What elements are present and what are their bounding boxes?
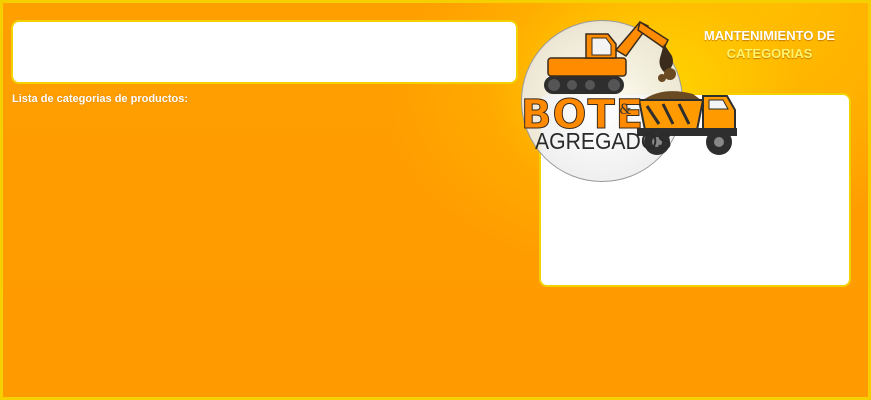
category-list-label: Lista de categorias de productos: bbox=[12, 93, 189, 105]
page-title-line1: MANTENIMIENTO DE bbox=[703, 28, 836, 43]
page-title: MANTENIMIENTO DE CATEGORIAS bbox=[672, 27, 867, 63]
logo-ampersand: & bbox=[619, 102, 632, 118]
page-title-line2: CATEGORIAS bbox=[726, 46, 813, 61]
logo-word-agregados: AGREGADOS bbox=[535, 128, 672, 154]
top-content-panel bbox=[11, 20, 518, 84]
